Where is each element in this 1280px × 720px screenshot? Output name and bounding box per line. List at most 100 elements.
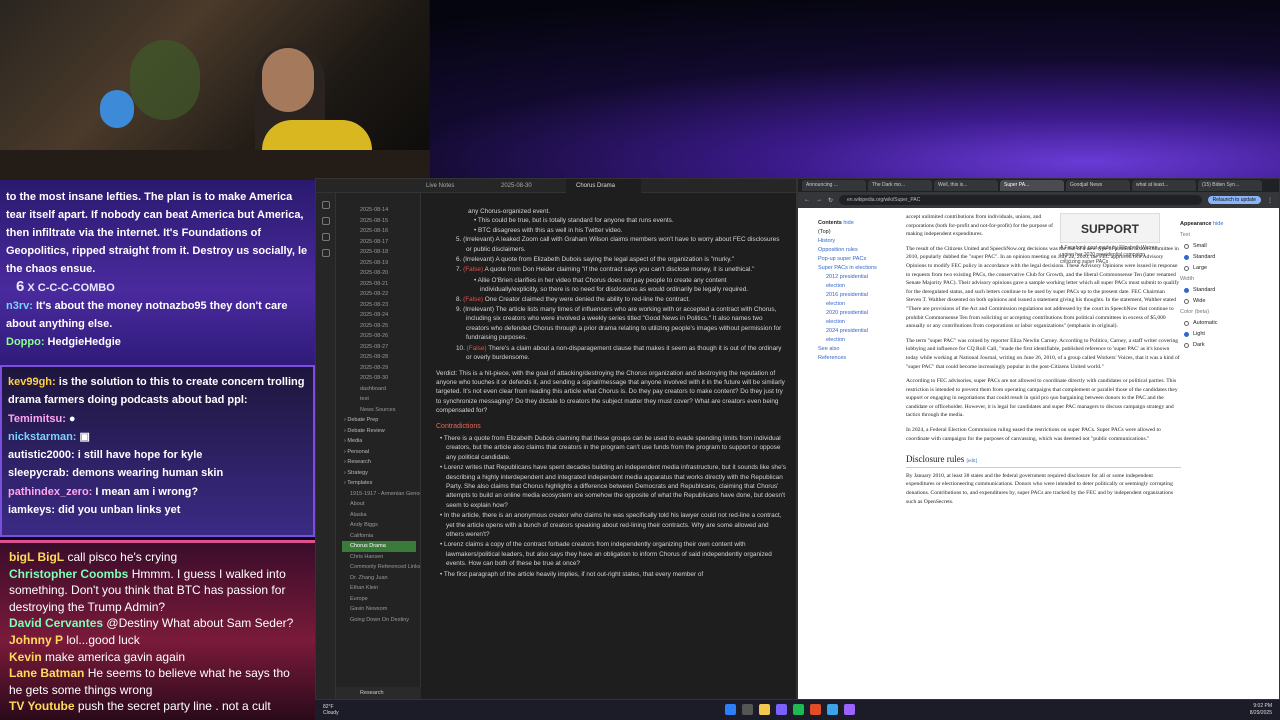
file-item[interactable]: 2025-08-24 (342, 310, 416, 321)
appearance-hide-link[interactable]: hide (1213, 221, 1223, 227)
folder-item[interactable]: › Personal (342, 447, 416, 458)
start-icon[interactable] (725, 704, 736, 715)
radio-option[interactable]: Dark (1180, 340, 1275, 351)
file-item[interactable]: 2025-08-22 (342, 289, 416, 300)
vault-switcher[interactable]: Research (336, 687, 421, 699)
radio-option[interactable]: Large (1180, 263, 1275, 274)
note-item[interactable]: Alaska (342, 510, 416, 521)
edit-link[interactable]: [edit] (967, 459, 978, 464)
note-item[interactable]: Andy Biggs (342, 520, 416, 531)
note-editor[interactable]: any Chorus-organized event. • This could… (424, 203, 794, 693)
note-item[interactable]: Chorus Drama (342, 541, 416, 552)
note-item[interactable]: California (342, 531, 416, 542)
file-explorer-icon[interactable] (759, 704, 770, 715)
file-item[interactable]: 2025-08-21 (342, 279, 416, 290)
note-item[interactable]: Chris Hansen (342, 552, 416, 563)
folder-item[interactable]: › Templates (342, 478, 416, 489)
folder-item[interactable]: › Media (342, 436, 416, 447)
folder-item[interactable]: › Strategy (342, 468, 416, 479)
reload-icon[interactable]: ↻ (828, 197, 833, 204)
file-item[interactable]: 2025-08-26 (342, 331, 416, 342)
file-item[interactable]: 2025-08-20 (342, 268, 416, 279)
note-item[interactable]: Gavin Newsom (342, 604, 416, 615)
folder-item[interactable]: › Debate Prep (342, 415, 416, 426)
forward-icon[interactable]: → (816, 197, 822, 203)
toc-title-text: Contents (818, 220, 842, 226)
chat-text: push the secret party line . not a cult (77, 699, 271, 714)
radio-option[interactable]: Standard (1180, 252, 1275, 263)
weather-widget[interactable]: 82°F Cloudy (315, 704, 375, 716)
file-item[interactable]: 2025-08-23 (342, 300, 416, 311)
calendar-icon[interactable] (321, 249, 330, 257)
files-icon[interactable] (321, 201, 330, 209)
browser-tab[interactable]: Well, this is... (934, 180, 998, 191)
obsidian-icon[interactable] (776, 704, 787, 715)
app-icon[interactable] (827, 704, 838, 715)
toc-link[interactable]: Super PACs in elections (818, 264, 888, 273)
folder-item[interactable]: › Debate Review (342, 426, 416, 437)
note-item[interactable]: About (342, 499, 416, 510)
graph-icon[interactable] (321, 233, 330, 241)
browser-tab[interactable]: (15) Biden Syn... (1198, 180, 1262, 191)
system-tray-clock[interactable]: 9:02 PM 8/29/2025 (1250, 703, 1272, 717)
spotify-icon[interactable] (793, 704, 804, 715)
file-item[interactable]: 2025-08-25 (342, 321, 416, 332)
browser-tab[interactable]: The Dark mo... (868, 180, 932, 191)
browser-tab[interactable]: Announcing ... (802, 180, 866, 191)
file-item[interactable]: 2025-08-15 (342, 216, 416, 227)
tab-date-note[interactable]: 2025-08-30 (491, 179, 566, 193)
radio-option[interactable]: Light (1180, 329, 1275, 340)
radio-option[interactable]: Wide (1180, 296, 1275, 307)
back-icon[interactable]: ← (804, 197, 810, 203)
item-number: 5. (456, 236, 462, 244)
radio-option[interactable]: Small (1180, 241, 1275, 252)
search-icon[interactable] (321, 217, 330, 225)
toc-hide-link[interactable]: hide (843, 220, 853, 226)
radio-label: Large (1193, 265, 1208, 271)
toc-link[interactable]: 2016 presidential election (818, 291, 888, 309)
note-item[interactable]: Europe (342, 594, 416, 605)
file-item[interactable]: 2025-08-27 (342, 342, 416, 353)
file-item[interactable]: 2025-08-14 (342, 205, 416, 216)
radio-option[interactable]: Standard (1180, 285, 1275, 296)
toc-link[interactable]: Opposition rules (818, 246, 888, 255)
address-bar[interactable]: en.wikipedia.org/wiki/Super_PAC (839, 195, 1202, 205)
menu-icon[interactable]: ⋮ (1267, 197, 1273, 204)
radio-option[interactable]: Automatic (1180, 318, 1275, 329)
file-item[interactable]: 2025-08-18 (342, 247, 416, 258)
toc-link[interactable]: 2024 presidential election (818, 327, 888, 345)
relaunch-button[interactable]: Relaunch to update (1207, 196, 1261, 204)
browser-tab[interactable]: Super PA... (1000, 180, 1064, 191)
file-item[interactable]: 2025-08-29 (342, 363, 416, 374)
file-item[interactable]: 2025-08-16 (342, 226, 416, 237)
chrome-icon[interactable] (810, 704, 821, 715)
file-item[interactable]: News Sources (342, 405, 416, 416)
tab-live-notes[interactable]: Live Notes (416, 179, 491, 193)
file-item[interactable]: 2025-08-19 (342, 258, 416, 269)
note-item[interactable]: Commonly Referenced Links (342, 562, 420, 573)
note-item[interactable]: Dr. Zhang Juan (342, 573, 416, 584)
file-item[interactable]: test (342, 394, 416, 405)
app-icon[interactable] (844, 704, 855, 715)
browser-tab[interactable]: what at least... (1132, 180, 1196, 191)
toc-link[interactable]: References (818, 354, 888, 363)
file-item[interactable]: 2025-08-17 (342, 237, 416, 248)
note-item[interactable]: 1915-1917 - Armenian Genocide (342, 489, 420, 500)
toc-link[interactable]: 2020 presidential election (818, 309, 888, 327)
toc-link[interactable]: History (818, 237, 888, 246)
search-icon[interactable] (742, 704, 753, 715)
tab-chorus-drama[interactable]: Chorus Drama (566, 179, 641, 193)
file-item[interactable]: 2025-08-30 (342, 373, 416, 384)
item-text: Allie O'Brien clarifies in her video tha… (477, 276, 749, 294)
toc-link[interactable]: See also (818, 345, 888, 354)
folder-item[interactable]: › Research (342, 457, 416, 468)
chat-line: the chaos ensue. (6, 263, 96, 275)
toc-link[interactable]: (Top) (818, 228, 888, 237)
note-item[interactable]: Ethan Klein (342, 583, 416, 594)
file-item[interactable]: dashboard (342, 384, 416, 395)
file-item[interactable]: 2025-08-28 (342, 352, 416, 363)
note-item[interactable]: Going Down On Destiny (342, 615, 416, 626)
browser-tab[interactable]: Goodjail News (1066, 180, 1130, 191)
toc-link[interactable]: 2012 presidential election (818, 273, 888, 291)
toc-link[interactable]: Pop-up super PACs (818, 255, 888, 264)
